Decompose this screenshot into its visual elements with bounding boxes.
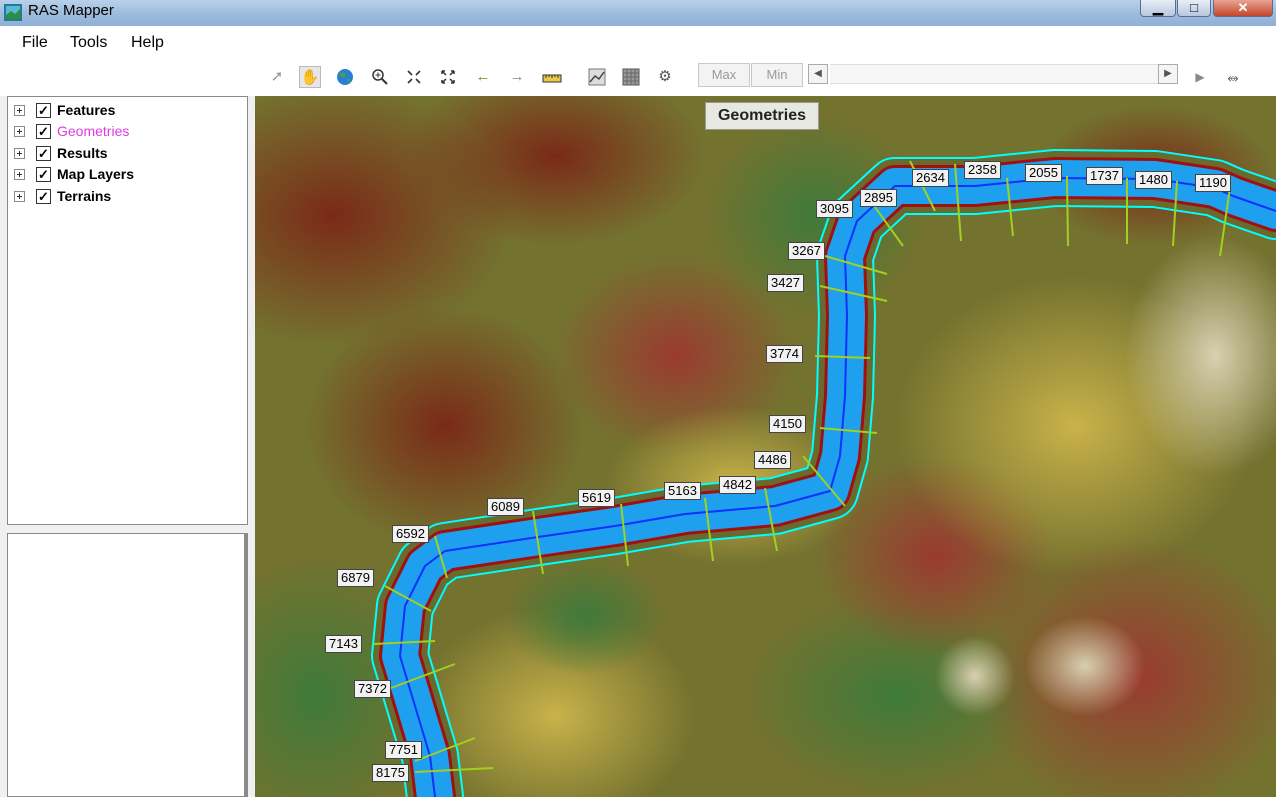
cross-section-label[interactable]: 1737 [1086, 167, 1123, 185]
chevron-left-icon: ◀ [814, 68, 822, 79]
cross-section-label[interactable]: 6089 [487, 498, 524, 516]
profile-plot-icon[interactable] [586, 66, 608, 88]
cross-section-label[interactable]: 4486 [754, 451, 791, 469]
menu-file[interactable]: File [22, 34, 48, 52]
minimize-button[interactable]: ▁ [1140, 0, 1176, 17]
slider-left-button[interactable]: ◀ [808, 64, 828, 84]
terrain-map [255, 96, 1276, 797]
tree-item-label: Terrains [57, 188, 112, 204]
expand-icon[interactable] [14, 126, 25, 137]
select-arrow-icon[interactable]: ➚ [266, 66, 288, 88]
cross-section-label[interactable]: 3267 [788, 242, 825, 260]
tree-item-label: Map Layers [57, 166, 135, 182]
cross-section-label[interactable]: 6592 [392, 525, 429, 543]
legend-panel [7, 533, 248, 797]
cross-section-label[interactable]: 5619 [578, 489, 615, 507]
pan-hand-icon[interactable]: ✋ [299, 66, 321, 88]
cross-section-label[interactable]: 6879 [337, 569, 374, 587]
play-icon[interactable]: ▶ [1189, 66, 1211, 88]
cross-section-label[interactable]: 3427 [767, 274, 804, 292]
zoom-out-icon[interactable] [403, 66, 425, 88]
layer-checkbox[interactable]: ✓ [36, 124, 51, 139]
map-view[interactable]: Geometries 2634 2358 2055 1737 1480 1190… [255, 96, 1276, 797]
tree-item-label: Results [57, 145, 108, 161]
cross-section-label[interactable]: 4842 [719, 476, 756, 494]
cross-section-label[interactable]: 8175 [372, 764, 409, 782]
layer-checkbox[interactable]: ✓ [36, 189, 51, 204]
globe-icon[interactable] [334, 66, 356, 88]
back-arrow-icon[interactable]: ← [472, 66, 494, 88]
slider-right-button[interactable]: ▶ [1158, 64, 1178, 84]
app-icon [4, 4, 22, 21]
layer-tree: ✓ Features ✓ Geometries ✓ Results ✓ Map … [7, 96, 248, 525]
cross-section-label[interactable]: 2895 [860, 189, 897, 207]
cross-section-label[interactable]: 3095 [816, 200, 853, 218]
measure-ruler-icon[interactable] [541, 66, 563, 88]
close-icon: ✕ [1237, 0, 1249, 15]
cross-section-label[interactable]: 1480 [1135, 171, 1172, 189]
max-button[interactable]: Max [698, 63, 750, 87]
expand-icon[interactable] [14, 105, 25, 116]
cross-section-label[interactable]: 5163 [664, 482, 701, 500]
window-title: RAS Mapper [28, 2, 114, 19]
expand-icon[interactable] [14, 191, 25, 202]
time-slider[interactable] [830, 64, 1160, 84]
cross-section-label[interactable]: 2055 [1025, 164, 1062, 182]
tree-item-label: Geometries [57, 123, 130, 139]
maximize-button[interactable]: □ [1177, 0, 1211, 17]
chevron-right-icon: ▶ [1164, 68, 1172, 79]
cross-section-label[interactable]: 2358 [964, 161, 1001, 179]
cross-section-label[interactable]: 7372 [354, 680, 391, 698]
layer-checkbox[interactable]: ✓ [36, 103, 51, 118]
cross-section-label[interactable]: 7143 [325, 635, 362, 653]
title-bar: RAS Mapper ▁ □ ✕ [0, 0, 1276, 26]
layer-checkbox[interactable]: ✓ [36, 167, 51, 182]
layer-checkbox[interactable]: ✓ [36, 146, 51, 161]
settings-icon[interactable]: ⚙ [654, 66, 676, 88]
menu-tools[interactable]: Tools [70, 34, 107, 52]
expand-icon[interactable] [14, 148, 25, 159]
tree-item-label: Features [57, 102, 116, 118]
maximize-icon: □ [1190, 0, 1198, 15]
menu-bar: File Tools Help [0, 26, 1276, 58]
toolbar: ➚ ✋ ← → ⚙ Max Min ◀ ▶ ▶ ⥈ [0, 58, 1276, 96]
zoom-in-icon[interactable] [369, 66, 391, 88]
minimize-icon: ▁ [1153, 0, 1163, 15]
cross-section-label[interactable]: 2634 [912, 169, 949, 187]
full-extent-icon[interactable] [437, 66, 459, 88]
layer-caption: Geometries [705, 102, 819, 130]
ras-mapper-window: RAS Mapper ▁ □ ✕ File Tools Help ➚ ✋ ← → [0, 0, 1276, 797]
expand-icon[interactable] [14, 169, 25, 180]
cross-section-label[interactable]: 7751 [385, 741, 422, 759]
forward-arrow-icon[interactable]: → [506, 66, 528, 88]
cross-section-label[interactable]: 3774 [766, 345, 803, 363]
menu-help[interactable]: Help [131, 34, 164, 52]
cross-section-label[interactable]: 1190 [1195, 174, 1231, 192]
cross-section-label[interactable]: 4150 [769, 415, 806, 433]
close-button[interactable]: ✕ [1213, 0, 1273, 17]
min-button[interactable]: Min [751, 63, 803, 87]
animation-settings-icon[interactable]: ⥈ [1222, 66, 1244, 88]
raster-icon[interactable] [620, 66, 642, 88]
